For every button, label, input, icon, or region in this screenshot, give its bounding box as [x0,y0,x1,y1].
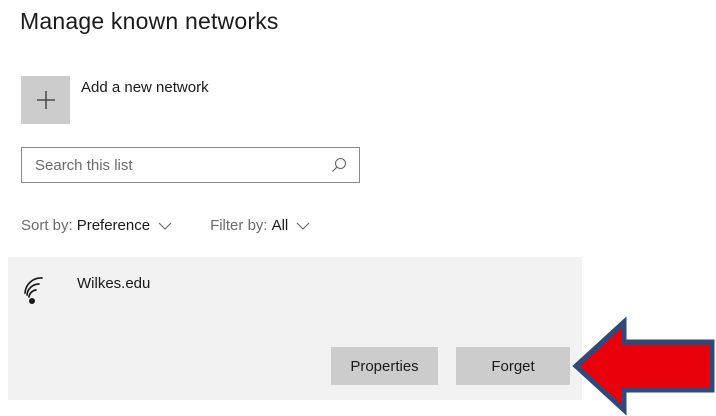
chevron-down-icon[interactable] [296,222,310,230]
filter-dropdown[interactable]: Filter by: All [210,217,310,234]
network-list-item[interactable]: Wilkes.edu Properties Forget [8,257,582,400]
add-network-label[interactable]: Add a new network [81,79,209,96]
chevron-down-icon[interactable] [158,222,172,230]
filter-prefix: Filter by: [210,217,268,234]
wifi-icon [23,275,57,309]
page-title: Manage known networks [20,8,279,34]
plus-icon[interactable] [21,76,70,124]
search-icon[interactable] [329,155,349,175]
search-box[interactable] [21,147,360,183]
sort-dropdown[interactable]: Sort by: Preference [21,217,172,234]
properties-button[interactable]: Properties [331,347,438,385]
settings-page: Manage known networks Add a new network … [0,0,716,416]
search-input[interactable] [35,156,329,174]
add-network-button[interactable]: Add a new network [21,76,209,124]
filter-value[interactable]: All [272,217,289,234]
sort-value[interactable]: Preference [77,217,150,234]
red-arrow-icon [572,316,715,416]
sort-filter-row: Sort by: Preference Filter by: All [21,217,310,234]
sort-prefix: Sort by: [21,217,73,234]
forget-button[interactable]: Forget [456,347,570,385]
network-name: Wilkes.edu [77,275,151,292]
